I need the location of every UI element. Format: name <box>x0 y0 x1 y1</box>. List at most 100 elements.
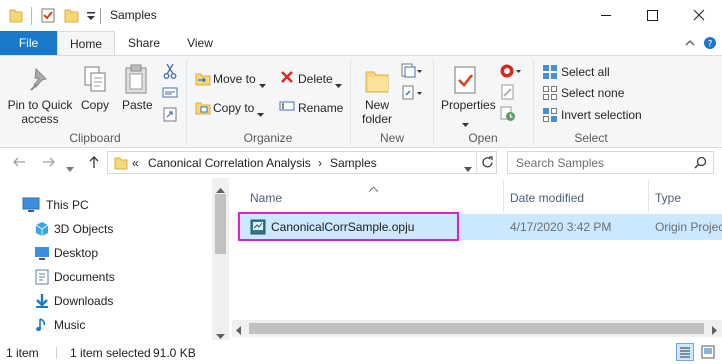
horizontal-scrollbar[interactable] <box>232 320 722 337</box>
scroll-right-icon[interactable] <box>712 324 717 338</box>
copy-to-label: Copy to <box>213 101 255 115</box>
chevron-down-icon <box>257 106 264 120</box>
refresh-icon[interactable] <box>481 156 494 172</box>
edit-icon[interactable] <box>500 84 516 103</box>
new-item-icon[interactable] <box>401 63 423 82</box>
nav-label: Documents <box>54 270 115 284</box>
search-icon[interactable] <box>694 156 707 172</box>
select-all-label: Select all <box>561 65 610 79</box>
title-separator <box>100 8 101 24</box>
scroll-thumb[interactable] <box>249 323 704 334</box>
group-separator <box>350 60 351 145</box>
group-separator <box>186 60 187 145</box>
scroll-left-icon[interactable] <box>236 324 241 338</box>
tab-file[interactable]: File <box>0 31 57 55</box>
selected-count: 1 item selected <box>70 346 151 360</box>
maximize-button[interactable] <box>629 0 675 31</box>
open-icon[interactable] <box>499 63 523 82</box>
desktop-icon <box>34 245 50 261</box>
music-icon <box>34 317 50 333</box>
tab-view[interactable]: View <box>174 31 226 55</box>
nav-item-downloads[interactable]: Downloads <box>0 289 212 313</box>
paste-label: Paste <box>122 98 153 112</box>
column-header-type[interactable]: Type <box>655 191 681 205</box>
tab-share[interactable]: Share <box>117 31 171 55</box>
paste-icon <box>123 63 149 98</box>
close-button[interactable] <box>676 0 722 31</box>
downloads-icon <box>34 293 50 309</box>
status-separator <box>56 347 57 359</box>
column-separator[interactable] <box>648 180 649 212</box>
svg-text:?: ? <box>708 40 713 50</box>
forward-icon[interactable] <box>42 155 56 172</box>
large-icons-view-icon[interactable] <box>700 344 716 363</box>
chevron-down-icon <box>335 77 342 91</box>
group-separator <box>533 60 534 145</box>
ribbon-home: Pin to Quick access Copy Paste Clipboard… <box>0 55 722 148</box>
qa-separator <box>31 7 32 25</box>
address-bar[interactable]: « Canonical Correlation Analysis › Sampl… <box>107 151 497 174</box>
breadcrumb-prefix[interactable]: « <box>132 156 139 170</box>
file-date: 4/17/2020 3:42 PM <box>510 220 612 234</box>
tab-home[interactable]: Home <box>57 31 115 56</box>
column-separator[interactable] <box>503 180 504 212</box>
history-icon[interactable] <box>500 106 516 125</box>
3d-objects-icon <box>34 221 50 237</box>
copy-path-icon[interactable] <box>162 86 178 103</box>
nav-item-this-pc[interactable]: This PC <box>0 193 212 217</box>
search-box[interactable]: Search Samples <box>507 151 714 174</box>
search-placeholder: Search Samples <box>516 156 605 170</box>
easy-access-icon[interactable] <box>401 85 423 104</box>
properties-label: Properties <box>441 98 496 112</box>
pin-label-line1: Pin to Quick <box>7 98 73 112</box>
column-header-name[interactable]: Name <box>250 191 282 205</box>
nav-item-3d-objects[interactable]: 3D Objects <box>0 217 212 241</box>
details-view-icon[interactable] <box>676 343 694 361</box>
nav-item-documents[interactable]: Documents <box>0 265 212 289</box>
sort-indicator-icon <box>368 181 379 195</box>
folder-icon <box>114 156 128 173</box>
copy-label: Copy <box>81 98 110 112</box>
new-folder-icon <box>364 64 390 97</box>
customize-qa-icon[interactable] <box>86 7 96 25</box>
select-group-label: Select <box>574 131 608 145</box>
paste-shortcut-icon[interactable] <box>162 106 178 125</box>
nav-label: Music <box>54 318 86 332</box>
up-icon[interactable] <box>87 155 101 172</box>
new-folder-label-line2: folder <box>361 112 393 126</box>
new-folder-label-line1: New <box>364 98 389 112</box>
chevron-down-icon <box>462 116 469 130</box>
ribbon-tabs: File Home Share View ? <box>0 31 722 56</box>
item-count: 1 item <box>6 346 39 360</box>
scroll-thumb[interactable] <box>215 194 226 254</box>
delete-label: Delete <box>298 72 333 86</box>
nav-scrollbar[interactable] <box>212 178 229 340</box>
selected-size: 91.0 KB <box>153 346 196 360</box>
select-all-icon <box>542 64 558 83</box>
delete-icon <box>280 70 294 87</box>
address-divider <box>476 152 477 173</box>
recent-locations-icon[interactable] <box>66 159 74 175</box>
new-group-label: New <box>379 131 404 145</box>
help-icon[interactable]: ? <box>703 36 717 50</box>
clipboard-group-label: Clipboard <box>69 131 121 145</box>
properties-qa-icon[interactable] <box>40 7 56 25</box>
breadcrumb-item[interactable]: Canonical Correlation Analysis <box>148 156 311 170</box>
chevron-down-icon <box>259 77 266 91</box>
folder-icon <box>9 7 23 25</box>
nav-item-desktop[interactable]: Desktop <box>0 241 212 265</box>
breadcrumb-item[interactable]: Samples <box>330 156 377 170</box>
column-header-date[interactable]: Date modified <box>510 191 584 205</box>
minimize-button[interactable] <box>583 0 629 31</box>
invert-selection-icon <box>542 107 558 126</box>
breadcrumb-separator: › <box>318 156 322 170</box>
nav-item-music[interactable]: Music <box>0 313 212 337</box>
file-type: Origin Project <box>655 220 722 234</box>
pin-icon <box>28 66 52 97</box>
new-folder-qa-icon[interactable] <box>64 7 80 25</box>
back-icon[interactable] <box>12 155 26 172</box>
address-dropdown-icon[interactable] <box>464 161 472 175</box>
chevron-up-icon[interactable] <box>683 36 697 50</box>
cut-icon[interactable] <box>162 63 178 82</box>
nav-label: Downloads <box>54 294 114 308</box>
